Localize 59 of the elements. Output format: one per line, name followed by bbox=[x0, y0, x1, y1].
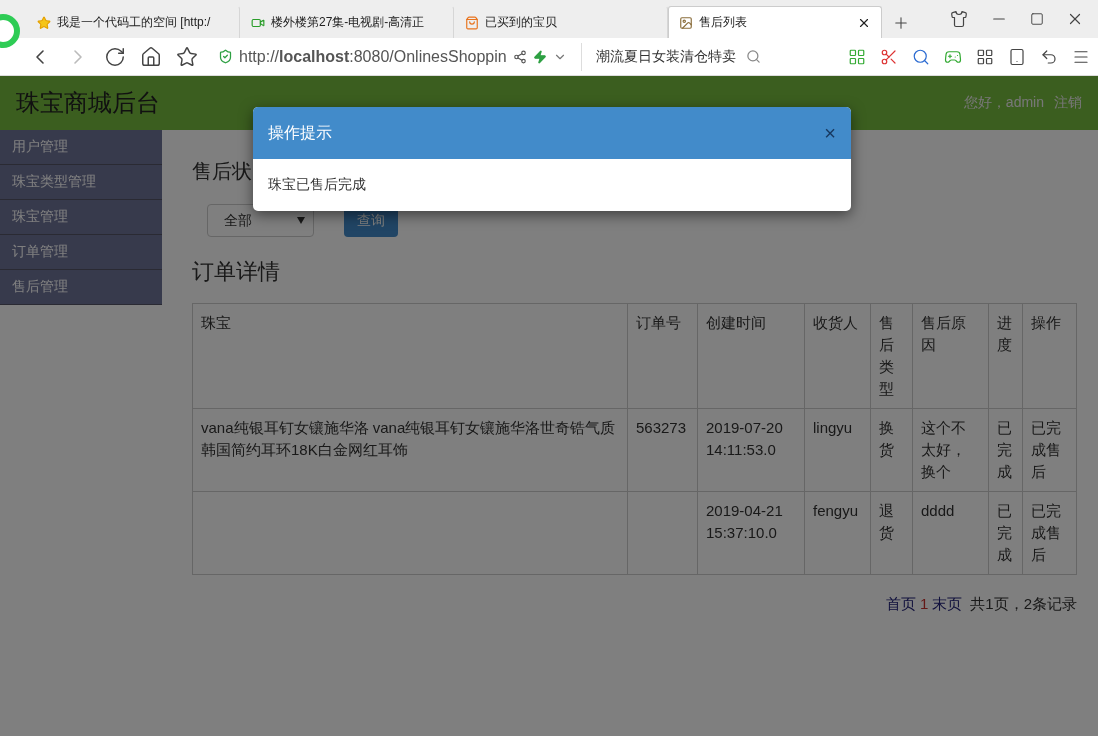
dialog-title: 操作提示 bbox=[268, 122, 332, 143]
column-header: 收货人 bbox=[804, 303, 871, 409]
maximize-icon[interactable] bbox=[1030, 12, 1044, 26]
shopping-bag-icon bbox=[465, 15, 479, 30]
sidebar-item[interactable]: 售后管理 bbox=[0, 270, 162, 305]
table-cell: dddd bbox=[912, 491, 989, 575]
search-icon[interactable] bbox=[912, 47, 930, 66]
search-field[interactable]: 潮流夏日女装清仓特卖 bbox=[596, 47, 786, 66]
apps-icon[interactable] bbox=[976, 47, 994, 66]
column-header: 售后类型 bbox=[870, 303, 913, 409]
sidebar-item[interactable]: 珠宝类型管理 bbox=[0, 165, 162, 200]
column-header: 珠宝 bbox=[192, 303, 628, 409]
new-tab-icon[interactable] bbox=[892, 14, 910, 32]
image-icon bbox=[679, 15, 693, 30]
pagination-link[interactable]: 末页 bbox=[932, 595, 963, 614]
column-header: 操作 bbox=[1022, 303, 1077, 409]
column-header: 创建时间 bbox=[697, 303, 805, 409]
share-icon[interactable] bbox=[512, 49, 527, 64]
table-cell: fengyu bbox=[804, 491, 871, 575]
undo-icon[interactable] bbox=[1040, 47, 1058, 66]
close-button[interactable]: × bbox=[824, 121, 836, 145]
lightning-icon[interactable] bbox=[532, 49, 547, 64]
pagination-link[interactable]: 首页 bbox=[885, 595, 916, 614]
column-header: 进度 bbox=[988, 303, 1023, 409]
table-cell: vana纯银耳钉女镶施华洛 vana纯银耳钉女镶施华洛世奇锆气质韩国简约耳环18K白金网红耳饰 bbox=[192, 408, 628, 492]
page-heading: 售后状 bbox=[192, 159, 252, 184]
table-cell: 已完成售后 bbox=[1022, 491, 1077, 575]
search-icon[interactable] bbox=[746, 49, 761, 64]
table-cell: 已完成 bbox=[988, 408, 1023, 492]
home-icon[interactable] bbox=[140, 45, 162, 68]
bookmark-star-icon[interactable] bbox=[176, 45, 198, 68]
table-cell: 2019-07-20 14:11:53.0 bbox=[697, 408, 805, 492]
table-cell: lingyu bbox=[804, 408, 871, 492]
shirt-icon[interactable] bbox=[950, 10, 968, 28]
table-cell: 这个不太好，换个 bbox=[912, 408, 989, 492]
sidebar-item[interactable]: 订单管理 bbox=[0, 235, 162, 270]
site-title: 珠宝商城后台 bbox=[16, 88, 160, 118]
section-title: 订单详情 bbox=[192, 258, 281, 286]
sidebar-item[interactable]: 用户管理 bbox=[0, 130, 162, 165]
column-header: 售后原因 bbox=[912, 303, 989, 409]
browser-tab[interactable]: 售后列表 bbox=[668, 6, 882, 38]
star-icon bbox=[37, 15, 51, 30]
sidebar-item[interactable]: 珠宝管理 bbox=[0, 200, 162, 235]
reload-icon[interactable] bbox=[104, 45, 126, 68]
table-cell: 2019-04-21 15:37:10.0 bbox=[697, 491, 805, 575]
table-cell: 已完成售后 bbox=[1022, 408, 1077, 492]
table-cell: 退货 bbox=[870, 491, 913, 575]
table-cell: 563273 bbox=[627, 408, 698, 492]
table-cell: 已完成 bbox=[988, 491, 1023, 575]
scissors-icon[interactable] bbox=[880, 47, 898, 66]
pagination-info: 共1页，2条记录 bbox=[970, 595, 1077, 614]
tablet-icon[interactable] bbox=[1008, 47, 1026, 66]
pagination-link[interactable]: 1 bbox=[919, 595, 929, 614]
address-field[interactable]: http://localhost:8080/OnlinesShoppin bbox=[212, 42, 582, 71]
greeting-text: 您好，admin bbox=[963, 94, 1044, 112]
column-header: 订单号 bbox=[627, 303, 698, 409]
shield-icon bbox=[218, 49, 233, 64]
dialog-message: 珠宝已售后完成 bbox=[268, 176, 366, 194]
table-cell: 换货 bbox=[870, 408, 913, 492]
